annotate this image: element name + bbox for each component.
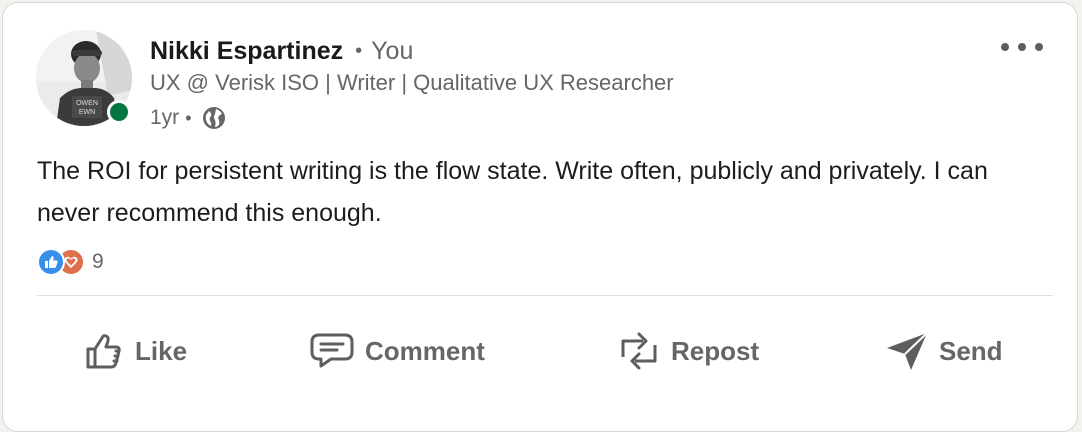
repost-label: Repost bbox=[671, 335, 760, 366]
like-label: Like bbox=[135, 335, 188, 366]
online-status-dot bbox=[107, 100, 131, 124]
author-avatar[interactable]: OWEN EWN bbox=[36, 30, 134, 128]
send-icon bbox=[887, 332, 928, 370]
author-name[interactable]: Nikki Espartinez bbox=[150, 37, 343, 66]
globe-icon bbox=[200, 104, 228, 132]
author-headline: UX @ Verisk ISO | Writer | Qualitative U… bbox=[150, 70, 674, 95]
reactions-summary[interactable]: 9 bbox=[37, 247, 104, 277]
more-options-button[interactable] bbox=[997, 33, 1047, 61]
meta-separator: • bbox=[185, 107, 192, 128]
comment-button[interactable]: Comment bbox=[309, 321, 485, 381]
post-text: The ROI for persistent writing is the fl… bbox=[37, 157, 988, 227]
post-card: OWEN EWN Nikki Espartinez • You UX @ Ver… bbox=[2, 2, 1078, 432]
more-horizontal-icon bbox=[1001, 43, 1043, 51]
thumbs-up-icon bbox=[86, 334, 121, 369]
send-label: Send bbox=[939, 335, 1003, 366]
comment-label: Comment bbox=[365, 335, 485, 366]
send-button[interactable]: Send bbox=[885, 321, 1003, 381]
author-line: Nikki Espartinez • You bbox=[150, 33, 413, 69]
social-action-bar: Like Comment Repost Send bbox=[3, 321, 1079, 381]
like-button[interactable]: Like bbox=[83, 321, 187, 381]
repost-button[interactable]: Repost bbox=[617, 321, 759, 381]
comment-icon bbox=[310, 333, 354, 368]
like-reaction-icon bbox=[37, 248, 65, 276]
connection-degree: You bbox=[371, 36, 414, 65]
post-meta: 1yr • bbox=[150, 102, 228, 134]
svg-text:OWEN: OWEN bbox=[76, 100, 98, 107]
reaction-count: 9 bbox=[92, 250, 104, 273]
divider bbox=[37, 295, 1053, 296]
author-separator: • bbox=[355, 39, 363, 62]
post-time[interactable]: 1yr bbox=[150, 106, 179, 130]
svg-text:EWN: EWN bbox=[79, 109, 95, 116]
repost-icon bbox=[621, 332, 657, 370]
